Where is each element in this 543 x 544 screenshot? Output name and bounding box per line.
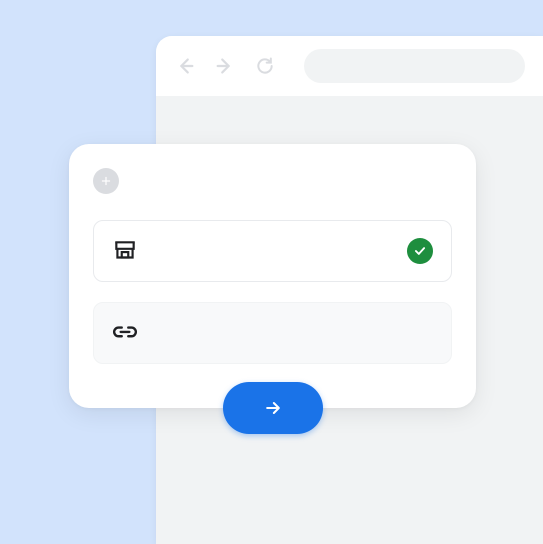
plus-icon	[99, 174, 113, 188]
setup-card	[69, 144, 476, 408]
link-icon	[112, 320, 138, 346]
back-icon[interactable]	[174, 55, 196, 77]
storefront-icon	[112, 238, 138, 264]
address-bar[interactable]	[304, 49, 525, 83]
browser-toolbar	[156, 36, 543, 96]
check-icon	[413, 244, 427, 258]
store-field[interactable]	[93, 220, 452, 282]
link-field[interactable]	[93, 302, 452, 364]
add-button[interactable]	[93, 168, 119, 194]
reload-icon[interactable]	[254, 55, 276, 77]
arrow-right-icon	[263, 398, 283, 418]
forward-icon[interactable]	[214, 55, 236, 77]
next-button[interactable]	[223, 382, 323, 434]
verified-badge	[407, 238, 433, 264]
